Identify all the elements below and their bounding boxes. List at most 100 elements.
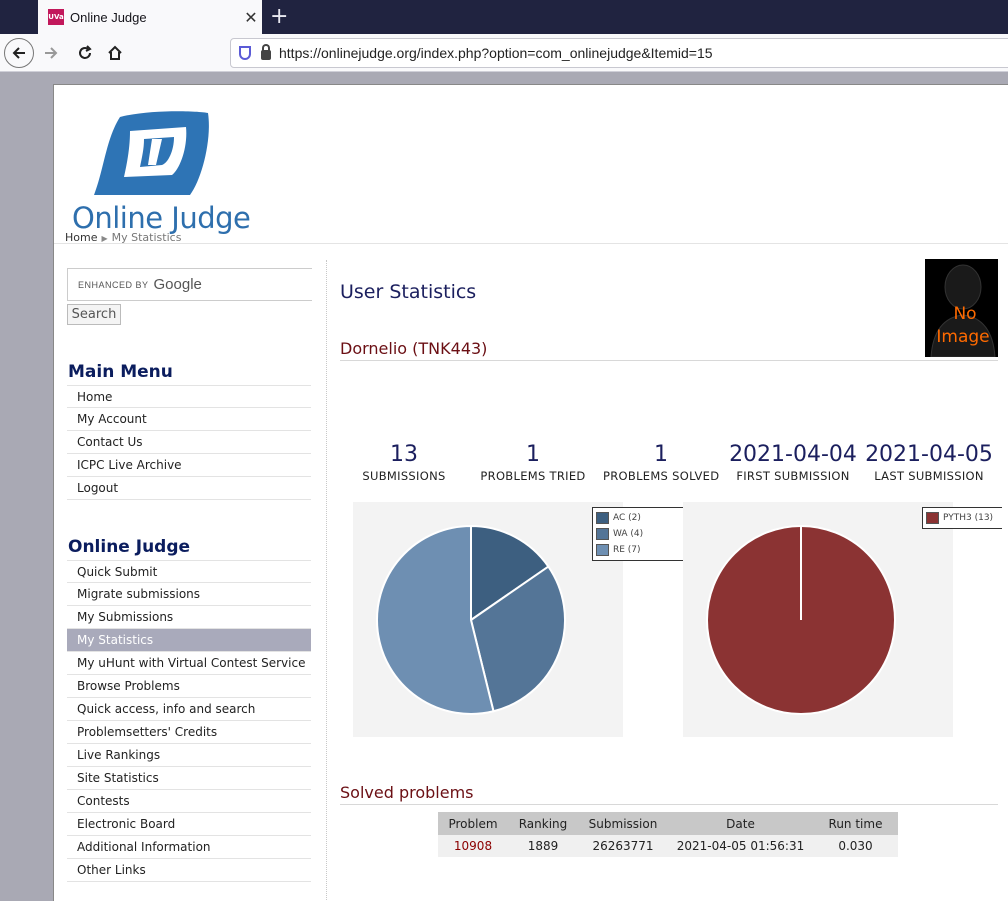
verdict-pie-panel (353, 502, 623, 737)
legend-label: WA (4) (613, 529, 644, 539)
tracking-protection-icon[interactable] (239, 46, 251, 60)
oj-item-quick-submit[interactable]: Quick Submit (67, 560, 311, 583)
legend-label: AC (2) (613, 513, 641, 523)
problem-link[interactable]: 10908 (438, 835, 508, 857)
legend-swatch (596, 544, 609, 556)
new-tab-icon[interactable]: + (270, 4, 288, 29)
main-item-home[interactable]: Home (67, 385, 311, 408)
table-row: 10908 1889 26263771 2021-04-05 01:56:31 … (438, 835, 898, 857)
main-menu-title: Main Menu (68, 362, 173, 382)
legend-entry: WA (4) (596, 526, 684, 542)
lock-icon[interactable] (261, 44, 271, 60)
oj-item-electronic-board[interactable]: Electronic Board (67, 813, 311, 836)
verdict-legend: AC (2) WA (4) RE (7) (592, 507, 688, 561)
oj-item-browse-problems[interactable]: Browse Problems (67, 675, 311, 698)
col-runtime: Run time (813, 812, 898, 835)
nav-bar: https://onlinejudge.org/index.php?option… (0, 34, 1008, 72)
legend-entry: PYTH3 (13) (926, 510, 999, 526)
enhanced-by-label: ENHANCED BY (78, 279, 149, 290)
legend-swatch (926, 512, 939, 524)
col-problem: Problem (438, 812, 508, 835)
main-item-icpc-live-archive[interactable]: ICPC Live Archive (67, 454, 311, 477)
google-logo: Google (153, 276, 202, 293)
address-bar[interactable]: https://onlinejudge.org/index.php?option… (230, 38, 1008, 68)
no-image-line1: No (953, 304, 976, 324)
table-header-row: Problem Ranking Submission Date Run time (438, 812, 898, 835)
language-pie-chart (706, 525, 896, 715)
divider (54, 243, 1008, 244)
logo-text[interactable]: Online Judge (72, 201, 251, 235)
tab-bar: UVa Online Judge ✕ + (0, 0, 1008, 34)
legend-swatch (596, 528, 609, 540)
stat-value: 1 (654, 442, 668, 467)
oj-menu: Quick Submit Migrate submissions My Submis… (67, 560, 311, 882)
language-pie-panel (683, 502, 953, 737)
stat-value: 2021-04-04 (729, 442, 857, 467)
stat-submissions: 13 SUBMISSIONS (359, 442, 449, 483)
online-judge-logo[interactable] (90, 99, 230, 199)
main-item-my-account[interactable]: My Account (67, 408, 311, 431)
main-menu: Home My Account Contact Us ICPC Live Archiv… (67, 385, 311, 500)
stat-problems-tried: 1 PROBLEMS TRIED (478, 442, 588, 483)
column-separator (326, 260, 327, 901)
oj-item-my-statistics[interactable]: My Statistics (67, 629, 311, 652)
stat-label: SUBMISSIONS (362, 469, 446, 483)
stat-label: PROBLEMS TRIED (480, 469, 586, 483)
main-item-contact-us[interactable]: Contact Us (67, 431, 311, 454)
no-image-line2: Image (936, 327, 989, 347)
oj-item-problemsetters-credits[interactable]: Problemsetters' Credits (67, 721, 311, 744)
verdict-pie-chart (376, 524, 566, 715)
page-title: User Statistics (340, 281, 477, 303)
runtime-cell: 0.030 (813, 835, 898, 857)
date-cell: 2021-04-05 01:56:31 (668, 835, 813, 857)
legend-label: RE (7) (613, 545, 641, 555)
stat-value: 1 (526, 442, 540, 467)
divider (340, 804, 998, 805)
avatar: No Image (925, 259, 998, 357)
chevron-right-icon: ▶ (101, 234, 108, 243)
search-button[interactable]: Search (67, 304, 121, 325)
forward-icon[interactable] (38, 40, 64, 66)
oj-item-my-uhunt-with-virtual-contest-service[interactable]: My uHunt with Virtual Contest Service (67, 652, 311, 675)
oj-item-additional-information[interactable]: Additional Information (67, 836, 311, 859)
stat-problems-solved: 1 PROBLEMS SOLVED (603, 442, 719, 483)
page: Online Judge Home ▶ My Statistics ENHANCED… (53, 84, 1008, 901)
stat-last-submission: 2021-04-05 LAST SUBMISSION (863, 442, 995, 483)
oj-item-migrate-submissions[interactable]: Migrate submissions (67, 583, 311, 606)
col-ranking: Ranking (508, 812, 578, 835)
stat-value: 13 (390, 442, 418, 467)
divider (340, 360, 998, 361)
user-name: Dornelio (TNK443) (340, 339, 488, 358)
oj-item-contests[interactable]: Contests (67, 790, 311, 813)
tab-title: Online Judge (70, 9, 147, 25)
home-icon[interactable] (102, 40, 128, 66)
oj-item-quick-access-info-and-search[interactable]: Quick access, info and search (67, 698, 311, 721)
legend-entry: AC (2) (596, 510, 684, 526)
ranking-cell: 1889 (508, 835, 578, 857)
search-input[interactable]: ENHANCED BY Google (67, 268, 312, 301)
col-date: Date (668, 812, 813, 835)
submission-cell: 26263771 (578, 835, 668, 857)
solved-problems-title: Solved problems (340, 783, 474, 802)
legend-swatch (596, 512, 609, 524)
stat-label: LAST SUBMISSION (874, 469, 984, 483)
legend-entry: RE (7) (596, 542, 684, 558)
legend-label: PYTH3 (13) (943, 513, 994, 523)
reload-icon[interactable] (72, 40, 98, 66)
oj-menu-title: Online Judge (68, 537, 191, 557)
stat-label: PROBLEMS SOLVED (603, 469, 720, 483)
solved-problems-table: Problem Ranking Submission Date Run time… (438, 812, 898, 857)
oj-item-other-links[interactable]: Other Links (67, 859, 311, 882)
main-item-logout[interactable]: Logout (67, 477, 311, 500)
favicon-icon: UVa (48, 9, 64, 25)
oj-item-my-submissions[interactable]: My Submissions (67, 606, 311, 629)
url-text[interactable]: https://onlinejudge.org/index.php?option… (279, 45, 713, 61)
back-icon[interactable] (4, 38, 34, 68)
language-legend: PYTH3 (13) (922, 507, 1002, 529)
stat-first-submission: 2021-04-04 FIRST SUBMISSION (728, 442, 858, 483)
browser-tab[interactable]: UVa Online Judge ✕ (38, 0, 262, 34)
oj-item-live-rankings[interactable]: Live Rankings (67, 744, 311, 767)
close-tab-icon[interactable]: ✕ (240, 8, 262, 27)
stat-value: 2021-04-05 (865, 442, 993, 467)
oj-item-site-statistics[interactable]: Site Statistics (67, 767, 311, 790)
